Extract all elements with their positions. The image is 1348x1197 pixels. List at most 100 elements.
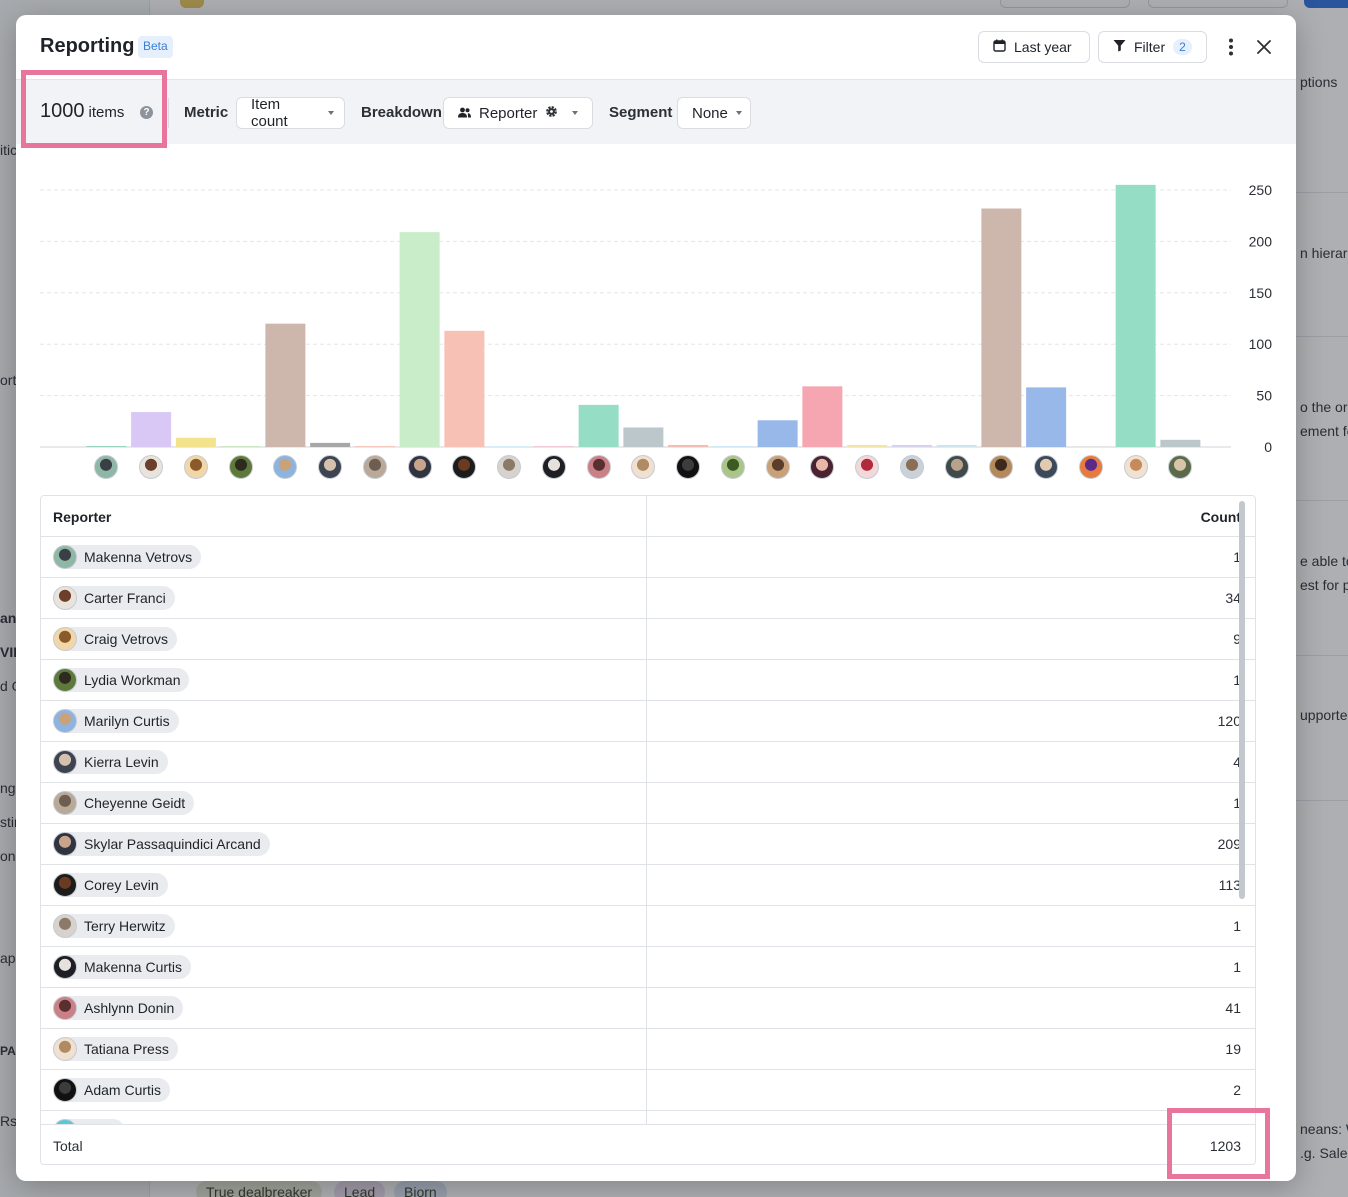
bar[interactable] xyxy=(175,437,216,447)
avatar[interactable] xyxy=(273,455,298,479)
avatar[interactable] xyxy=(855,455,880,479)
bar[interactable] xyxy=(131,412,172,447)
bar[interactable] xyxy=(265,323,306,447)
bar[interactable] xyxy=(623,427,664,447)
avatar[interactable] xyxy=(94,455,119,479)
bar[interactable] xyxy=(220,445,261,447)
avatar[interactable] xyxy=(183,455,208,479)
reporter-chip[interactable]: Kierra Levin xyxy=(53,750,168,774)
bar[interactable] xyxy=(533,445,574,447)
bar[interactable] xyxy=(1115,184,1156,448)
reporter-chip[interactable]: Corey Levin xyxy=(53,873,168,897)
avatar[interactable] xyxy=(139,455,164,479)
table-row[interactable]: Terry Herwitz 1 xyxy=(41,906,1255,947)
segment-value: None xyxy=(692,104,728,122)
bar[interactable] xyxy=(1026,387,1067,447)
reporter-chip[interactable]: Marilyn Curtis xyxy=(53,709,179,733)
y-tick-label: 50 xyxy=(1256,388,1272,404)
avatar[interactable] xyxy=(497,455,522,479)
bar[interactable] xyxy=(444,330,485,447)
avatar[interactable] xyxy=(1034,455,1059,479)
table-row[interactable]: Skylar Passaquindici Arcand 209 xyxy=(41,824,1255,865)
avatar[interactable] xyxy=(720,455,745,479)
filter-button[interactable]: Filter 2 xyxy=(1098,31,1207,63)
gear-icon[interactable] xyxy=(545,105,558,122)
avatar xyxy=(53,668,77,692)
scrollbar-thumb[interactable] xyxy=(1239,501,1245,899)
table-row[interactable]: Cheyenne Geidt 1 xyxy=(41,783,1255,824)
avatar[interactable] xyxy=(765,455,790,479)
table-row[interactable] xyxy=(41,1111,1255,1124)
avatar[interactable] xyxy=(318,455,343,479)
avatar[interactable] xyxy=(228,455,253,479)
bar[interactable] xyxy=(981,208,1022,447)
avatar[interactable] xyxy=(944,455,969,479)
close-icon[interactable] xyxy=(1254,35,1274,59)
reporter-chip[interactable]: Lydia Workman xyxy=(53,668,190,692)
table-row[interactable]: Marilyn Curtis 120 xyxy=(41,701,1255,742)
metric-label: Metric xyxy=(184,104,229,121)
table-row[interactable]: Kierra Levin 4 xyxy=(41,742,1255,783)
more-options-icon[interactable] xyxy=(1222,35,1240,59)
bar[interactable] xyxy=(399,232,440,447)
reporter-chip[interactable]: Carter Franci xyxy=(53,586,175,610)
bar[interactable] xyxy=(757,420,798,447)
bar[interactable] xyxy=(354,445,395,447)
avatar[interactable] xyxy=(810,455,835,479)
y-tick-label: 250 xyxy=(1249,182,1273,198)
date-range-button[interactable]: Last year xyxy=(978,31,1090,63)
table-row[interactable]: Carter Franci 34 xyxy=(41,578,1255,619)
avatar[interactable] xyxy=(541,455,566,479)
bar[interactable] xyxy=(802,386,843,447)
reporter-chip[interactable]: Terry Herwitz xyxy=(53,914,175,938)
table-row[interactable]: Tatiana Press 19 xyxy=(41,1029,1255,1070)
bar[interactable] xyxy=(310,442,351,447)
avatar[interactable] xyxy=(1168,455,1193,479)
avatar[interactable] xyxy=(676,455,701,479)
avatar xyxy=(53,1078,77,1102)
bar[interactable] xyxy=(1160,439,1201,447)
avatar[interactable] xyxy=(899,455,924,479)
avatar[interactable] xyxy=(586,455,611,479)
avatar[interactable] xyxy=(407,455,432,479)
avatar xyxy=(53,996,77,1020)
metric-select[interactable]: Item count xyxy=(236,96,345,130)
avatar[interactable] xyxy=(452,455,477,479)
table-row[interactable]: Adam Curtis 2 xyxy=(41,1070,1255,1111)
avatar[interactable] xyxy=(631,455,656,479)
reporter-chip[interactable]: Cheyenne Geidt xyxy=(53,791,195,815)
reporter-chip[interactable]: Skylar Passaquindici Arcand xyxy=(53,832,270,856)
column-header-reporter[interactable]: Reporter xyxy=(53,509,111,525)
table-row[interactable]: Lydia Workman 1 xyxy=(41,660,1255,701)
reporter-chip[interactable]: Tatiana Press xyxy=(53,1037,178,1061)
bar[interactable] xyxy=(489,445,530,447)
chevron-down-icon[interactable] xyxy=(572,111,579,115)
avatar[interactable] xyxy=(989,455,1014,479)
column-header-count[interactable]: Count xyxy=(1201,509,1241,525)
segment-select[interactable]: None xyxy=(677,97,751,129)
table-row[interactable]: Corey Levin 113 xyxy=(41,865,1255,906)
bar[interactable] xyxy=(578,404,619,447)
bar[interactable] xyxy=(1070,445,1111,447)
reporter-chip[interactable]: Makenna Curtis xyxy=(53,955,192,979)
bar[interactable] xyxy=(86,445,127,447)
table-scrollbar[interactable] xyxy=(1236,497,1248,1165)
reporter-chip[interactable]: Adam Curtis xyxy=(53,1078,171,1102)
bar[interactable] xyxy=(936,444,977,447)
bar[interactable] xyxy=(712,445,753,447)
bar[interactable] xyxy=(668,444,709,447)
toolbar-divider xyxy=(168,98,169,128)
table-row[interactable]: Craig Vetrovs 9 xyxy=(41,619,1255,660)
bar[interactable] xyxy=(847,444,888,447)
reporter-chip[interactable]: Craig Vetrovs xyxy=(53,627,178,651)
bar[interactable] xyxy=(891,444,932,447)
avatar[interactable] xyxy=(1123,455,1148,479)
table-row[interactable]: Makenna Vetrovs 1 xyxy=(41,537,1255,578)
reporter-chip[interactable]: Makenna Vetrovs xyxy=(53,545,202,569)
avatar[interactable] xyxy=(1078,455,1103,479)
avatar[interactable] xyxy=(362,455,387,479)
reporter-chip[interactable]: Ashlynn Donin xyxy=(53,996,184,1020)
table-row[interactable]: Makenna Curtis 1 xyxy=(41,947,1255,988)
table-row[interactable]: Ashlynn Donin 41 xyxy=(41,988,1255,1029)
breakdown-select[interactable]: Reporter xyxy=(443,97,593,129)
